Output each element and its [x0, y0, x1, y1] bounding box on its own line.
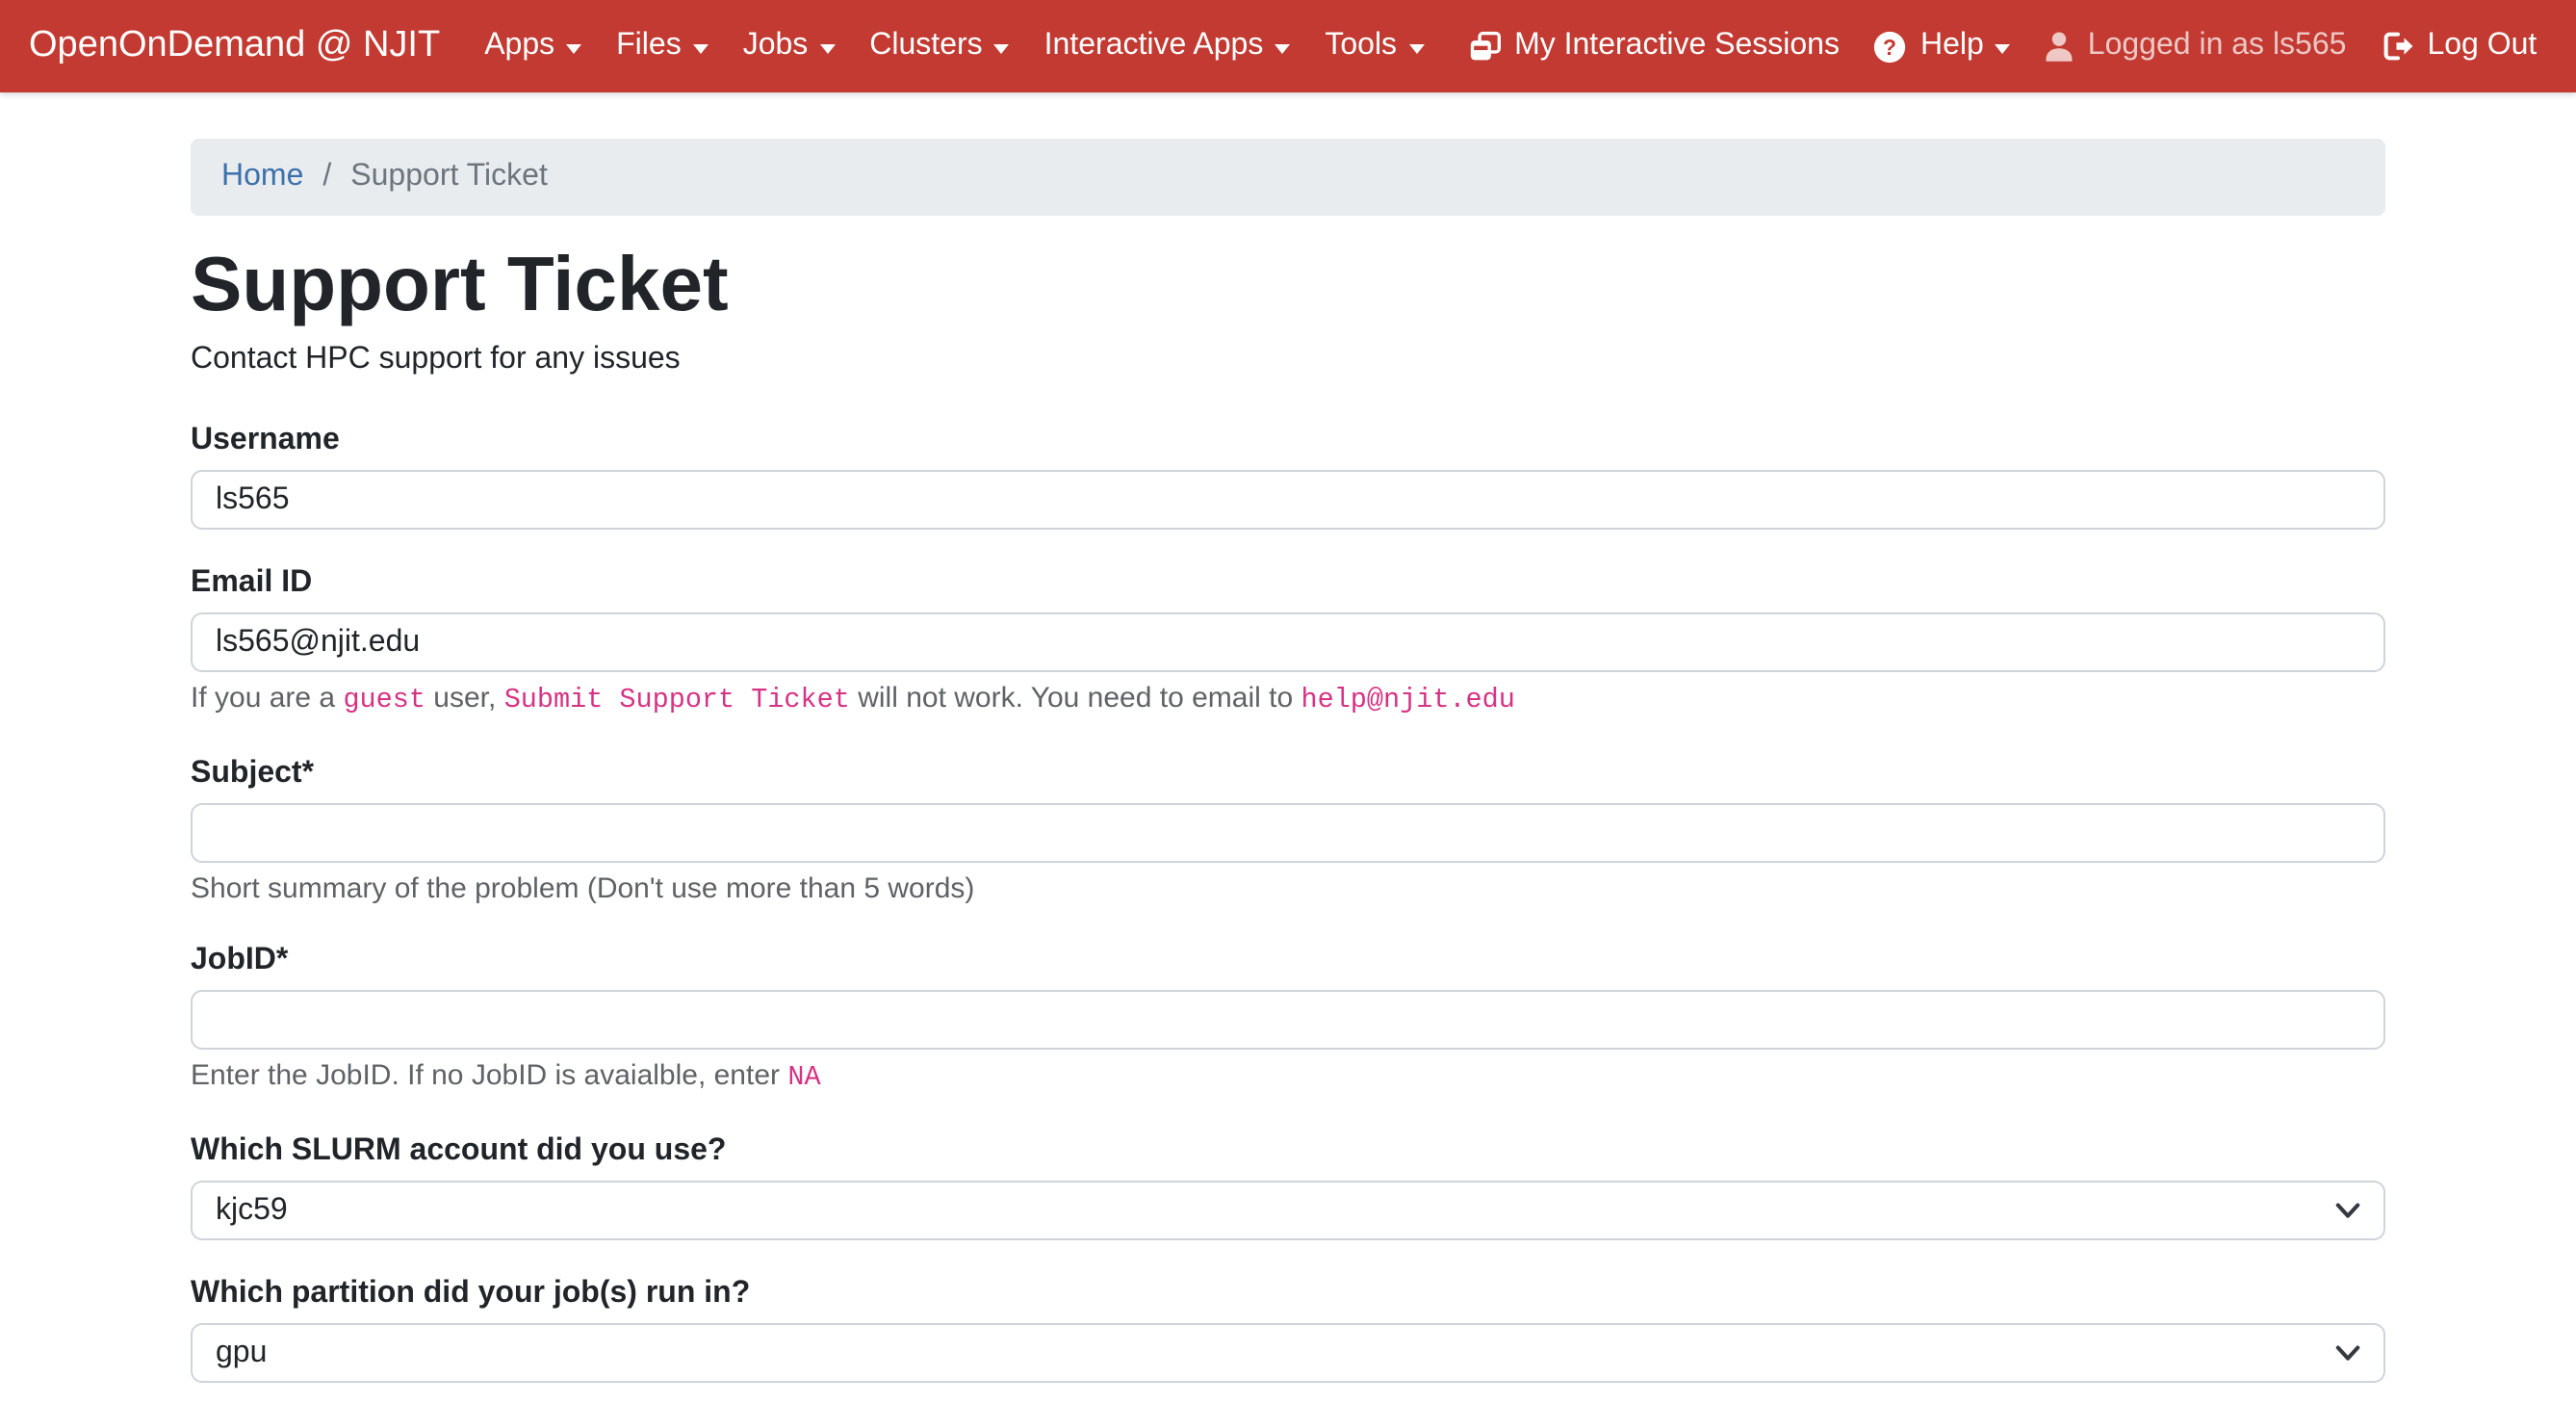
nav-files-label: Files	[616, 29, 682, 64]
logged-in-label: Logged in as ls565	[2088, 29, 2347, 64]
code-submit-support-ticket: Submit Support Ticket	[504, 686, 850, 716]
subject-label: Subject*	[191, 753, 2385, 795]
jobid-group: JobID* Enter the JobID. If no JobID is a…	[191, 940, 2385, 1098]
nav-logout-label: Log Out	[2427, 29, 2537, 64]
breadcrumb-home-link[interactable]: Home	[221, 154, 303, 200]
caret-down-icon	[1408, 43, 1424, 53]
email-help-text: If you are a guest user, Submit Support …	[191, 680, 2385, 720]
caret-down-icon	[693, 43, 708, 53]
question-circle-icon: ?	[1874, 30, 1907, 63]
navbar-right-group: ? Help Logged in as ls565	[1857, 29, 2554, 64]
page-subtitle: Contact HPC support for any issues	[191, 339, 2385, 381]
code-guest: guest	[343, 686, 425, 716]
jobid-input[interactable]	[191, 990, 2385, 1050]
support-ticket-form: Username Email ID If you are a guest use…	[191, 420, 2385, 1383]
email-group: Email ID If you are a guest user, Submit…	[191, 562, 2385, 720]
slurm-account-group: Which SLURM account did you use? kjc59	[191, 1131, 2385, 1240]
caret-down-icon	[819, 43, 835, 53]
nav-my-interactive-sessions[interactable]: My Interactive Sessions	[1441, 29, 1857, 64]
email-label: Email ID	[191, 562, 2385, 605]
username-input[interactable]	[191, 470, 2385, 530]
nav-interactive-apps-label: Interactive Apps	[1044, 29, 1264, 64]
subject-group: Subject* Short summary of the problem (D…	[191, 753, 2385, 907]
nav-clusters-label: Clusters	[869, 29, 982, 64]
subject-input[interactable]	[191, 803, 2385, 863]
nav-tools-label: Tools	[1325, 29, 1397, 64]
nav-logout[interactable]: Log Out	[2363, 29, 2554, 64]
nav-interactive-apps[interactable]: Interactive Apps	[1027, 29, 1308, 64]
nav-jobs[interactable]: Jobs	[726, 29, 853, 64]
code-na: NA	[787, 1063, 820, 1094]
breadcrumb: Home / Support Ticket	[191, 139, 2385, 216]
top-navbar: OpenOnDemand @ NJIT Apps Files Jobs Clus…	[0, 0, 2576, 92]
breadcrumb-current: Support Ticket	[350, 154, 548, 200]
main-content: Home / Support Ticket Support Ticket Con…	[162, 139, 2414, 1383]
code-help-email: help@njit.edu	[1301, 686, 1515, 716]
nav-tools[interactable]: Tools	[1307, 29, 1441, 64]
jobid-label: JobID*	[191, 940, 2385, 982]
jobid-help-text: Enter the JobID. If no JobID is avaialbl…	[191, 1057, 2385, 1098]
svg-text:?: ?	[1884, 34, 1897, 59]
username-group: Username	[191, 420, 2385, 530]
partition-select[interactable]: gpu	[191, 1323, 2385, 1383]
caret-down-icon	[1996, 43, 2011, 53]
nav-jobs-label: Jobs	[743, 29, 809, 64]
caret-down-icon	[1275, 43, 1290, 53]
partition-label: Which partition did your job(s) run in?	[191, 1273, 2385, 1315]
partition-group: Which partition did your job(s) run in? …	[191, 1273, 2385, 1383]
nav-help[interactable]: ? Help	[1857, 29, 2028, 64]
subject-help-text: Short summary of the problem (Don't use …	[191, 871, 2385, 907]
window-restore-icon	[1468, 31, 1501, 62]
slurm-account-label: Which SLURM account did you use?	[191, 1131, 2385, 1173]
nav-help-label: Help	[1920, 29, 1984, 64]
nav-apps-label: Apps	[484, 29, 554, 64]
logged-in-status: Logged in as ls565	[2028, 29, 2364, 64]
email-input[interactable]	[191, 612, 2385, 672]
user-icon	[2046, 31, 2074, 62]
username-label: Username	[191, 420, 2385, 462]
breadcrumb-separator: /	[303, 154, 350, 200]
caret-down-icon	[994, 43, 1010, 53]
nav-clusters[interactable]: Clusters	[852, 29, 1026, 64]
nav-my-interactive-sessions-label: My Interactive Sessions	[1514, 29, 1840, 64]
slurm-account-select[interactable]: kjc59	[191, 1181, 2385, 1240]
brand-link[interactable]: OpenOnDemand @ NJIT	[29, 25, 440, 67]
sign-out-icon	[2381, 31, 2413, 62]
nav-files[interactable]: Files	[599, 29, 726, 64]
nav-apps[interactable]: Apps	[467, 29, 599, 64]
page-title: Support Ticket	[191, 243, 2385, 327]
page: OpenOnDemand @ NJIT Apps Files Jobs Clus…	[0, 0, 2576, 1404]
caret-down-icon	[566, 43, 581, 53]
